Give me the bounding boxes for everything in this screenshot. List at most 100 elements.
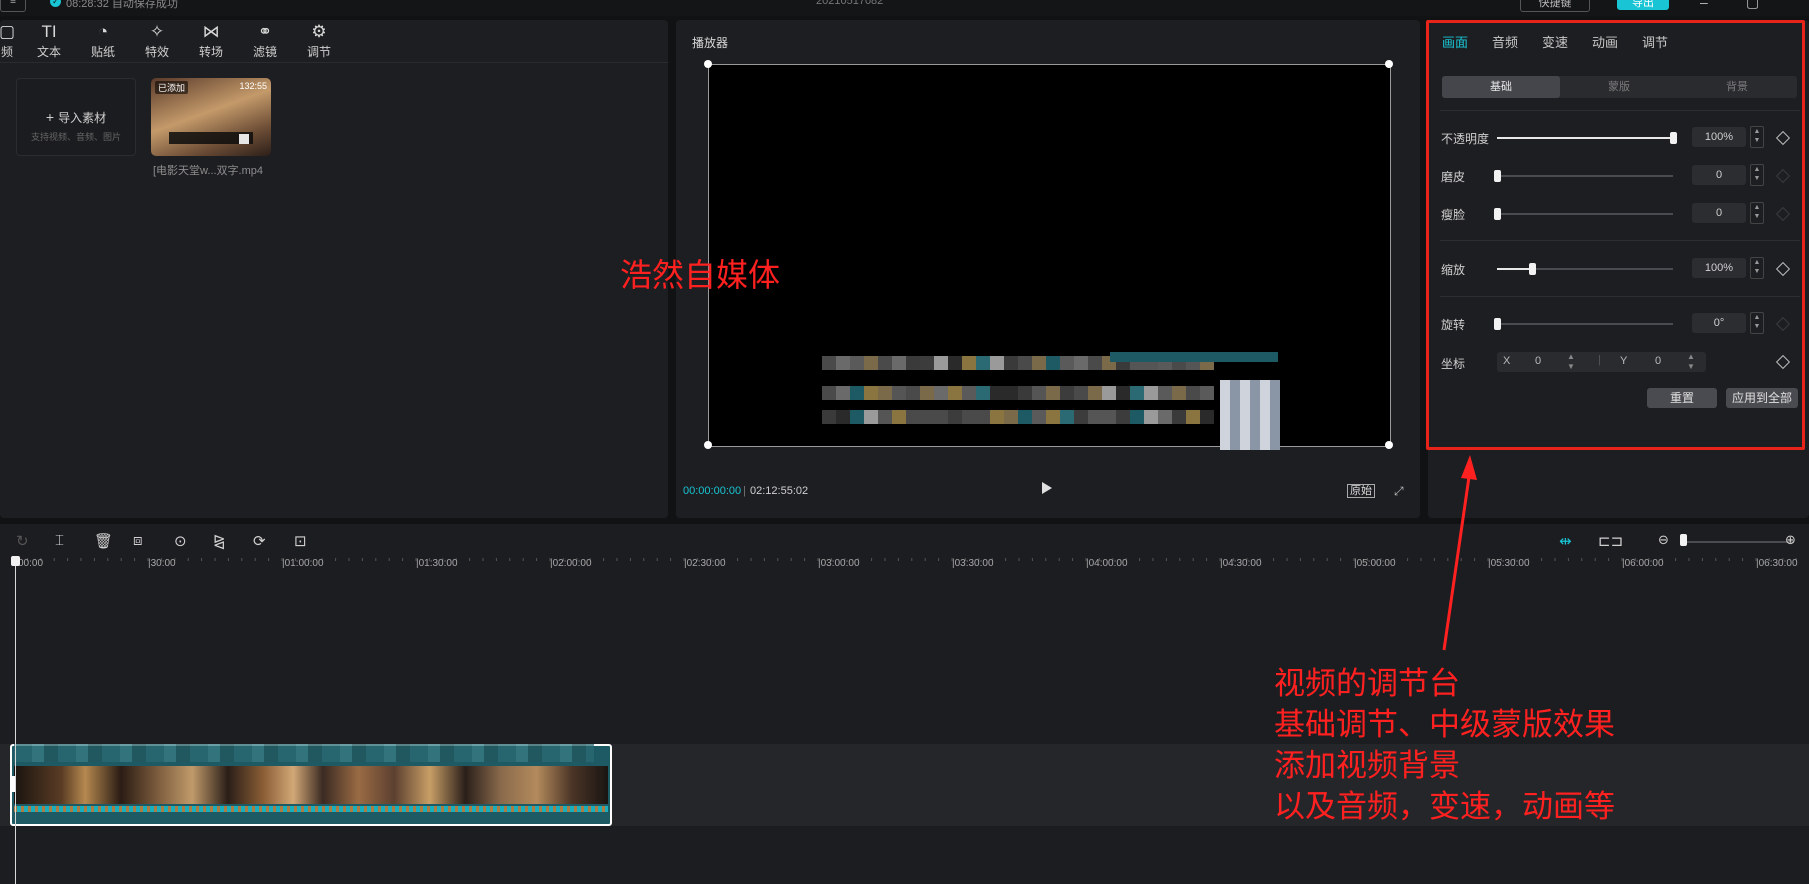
mosaic-pixel — [1018, 410, 1032, 424]
annotation-note: 视频的调节台 基础调节、中级蒙版效果 添加视频背景 以及音频，变速，动画等 — [1274, 664, 1615, 828]
mosaic-pixel — [850, 410, 864, 424]
toolbar-transition-button[interactable]: ⋈ 转场 — [186, 22, 236, 60]
zoom-slider-knob[interactable] — [1680, 534, 1687, 546]
mosaic-pixel — [962, 356, 976, 370]
timecode-separator: | — [743, 485, 746, 497]
zoom-in-icon[interactable]: ⊕ — [1785, 532, 1796, 548]
toolbar-sticker-button[interactable]: ◔ 贴纸 — [78, 22, 128, 60]
mosaic-pixel — [1060, 356, 1074, 370]
mosaic-pixel — [1186, 386, 1200, 400]
text-icon: TI — [41, 22, 57, 41]
rotate-icon[interactable]: ⟳ — [253, 532, 266, 550]
annotation-line: 添加视频背景 — [1274, 748, 1460, 784]
mosaic-pixel — [1074, 356, 1088, 370]
mosaic-pixel — [948, 356, 962, 370]
aspect-ratio-button[interactable]: 原始 — [1347, 484, 1375, 498]
delete-icon[interactable]: 🗑 — [94, 532, 113, 550]
mosaic-pixel — [878, 356, 892, 370]
resize-handle-bl[interactable] — [704, 441, 712, 449]
magnet-icon[interactable]: ⇹ — [1559, 532, 1572, 550]
mosaic-pixel — [1032, 356, 1046, 370]
thumb-duration: 132:55 — [239, 81, 267, 91]
mosaic-pixel — [1088, 356, 1102, 370]
mosaic-pixel — [836, 356, 850, 370]
toolbar-effects-button[interactable]: ✧ 特效 — [132, 22, 182, 60]
resize-handle-tl[interactable] — [704, 60, 712, 68]
fullscreen-icon[interactable]: ⤢ — [1394, 484, 1404, 499]
freeze-icon[interactable]: ⧈ — [133, 532, 143, 549]
mosaic-pixel — [1046, 386, 1060, 400]
ruler-label: |01:30:00 — [416, 558, 458, 569]
mosaic-pixel — [920, 386, 934, 400]
mosaic-pixel — [1180, 352, 1194, 362]
minimize-icon[interactable]: – — [1700, 0, 1708, 10]
mosaic-pixel — [1116, 410, 1130, 424]
toolbar-label: 贴纸 — [90, 45, 115, 59]
mosaic-pixel — [1060, 410, 1074, 424]
annotation-line: 以及音频，变速，动画等 — [1274, 789, 1615, 825]
import-media-card[interactable]: + 导入素材 支持视频、音频、图片 — [16, 78, 136, 156]
link-icon[interactable]: ⊏⊐ — [1598, 532, 1623, 550]
mosaic-pixel — [850, 356, 864, 370]
toolbar-adjust-button[interactable]: ⚙ 调节 — [294, 22, 344, 60]
mosaic-pixel — [1032, 410, 1046, 424]
clip-title-bar — [14, 744, 594, 762]
export-button[interactable]: 导出 — [1617, 0, 1669, 10]
mosaic-pixel — [1004, 386, 1018, 400]
export-label: 导出 — [1632, 0, 1654, 9]
mosaic-pixel — [836, 386, 850, 400]
mosaic-pixel — [906, 356, 920, 370]
mosaic-pixel — [934, 386, 948, 400]
mosaic-pixel — [822, 356, 836, 370]
mosaic-pixel — [920, 410, 934, 424]
mosaic-qr-code — [1220, 380, 1280, 450]
mosaic-pixel — [892, 356, 906, 370]
mosaic-pixel — [864, 356, 878, 370]
mosaic-pixel — [878, 410, 892, 424]
ruler-label: |06:00:00 — [1622, 558, 1664, 569]
split-icon[interactable]: ⌶ — [55, 532, 64, 549]
mosaic-pixel — [1046, 410, 1060, 424]
added-badge: 已添加 — [155, 81, 189, 94]
maximize-icon[interactable]: ▢ — [1746, 0, 1759, 11]
ruler-label: |02:00:00 — [550, 558, 592, 569]
mosaic-pixel — [1166, 352, 1180, 362]
redo-icon[interactable]: ↻ — [16, 532, 29, 550]
mosaic-pixel — [1018, 386, 1032, 400]
playhead-handle[interactable] — [11, 556, 20, 566]
mosaic-pixel — [1250, 352, 1264, 362]
mosaic-pixel — [1200, 386, 1214, 400]
current-timecode: 00:00:00:00 — [683, 485, 742, 497]
mosaic-pixel — [1264, 352, 1278, 362]
reverse-icon[interactable]: ⊙ — [174, 532, 187, 550]
resize-handle-tr[interactable] — [1385, 60, 1393, 68]
play-icon[interactable] — [1042, 482, 1052, 494]
mosaic-pixel — [1130, 386, 1144, 400]
mosaic-pixel — [822, 410, 836, 424]
mosaic-pixel — [948, 410, 962, 424]
mosaic-pixel — [906, 386, 920, 400]
crop-icon[interactable]: ⊡ — [294, 532, 307, 550]
zoom-slider[interactable] — [1682, 541, 1794, 543]
mosaic-pixel — [1074, 386, 1088, 400]
mosaic-pixel — [1018, 356, 1032, 370]
watermark-text: 浩然自媒体 — [620, 256, 781, 294]
mosaic-pixel — [934, 356, 948, 370]
clip-audio-waveform — [14, 806, 608, 812]
mosaic-pixel — [934, 410, 948, 424]
toolbar-text-button[interactable]: TI 文本 — [24, 22, 74, 60]
import-label: 导入素材 — [58, 111, 107, 125]
playhead[interactable] — [15, 558, 16, 884]
project-title: 20210517082 — [816, 0, 884, 7]
media-thumbnail[interactable]: 已添加 132:55 — [151, 78, 271, 156]
toolbar-filter-button[interactable]: ⚭ 滤镜 — [240, 22, 290, 60]
zoom-out-icon[interactable]: ⊖ — [1658, 532, 1669, 548]
mosaic-pixel — [1124, 352, 1138, 362]
resize-handle-br[interactable] — [1385, 441, 1393, 449]
shortcut-label: 快捷键 — [1538, 0, 1572, 9]
main-menu-button[interactable]: ≡ — [0, 0, 26, 12]
mirror-icon[interactable]: ⧎ — [213, 532, 226, 550]
shortcut-button[interactable]: 快捷键 — [1520, 0, 1590, 12]
mosaic-pixel — [1102, 386, 1116, 400]
annotation-highlight-box — [1426, 20, 1805, 450]
